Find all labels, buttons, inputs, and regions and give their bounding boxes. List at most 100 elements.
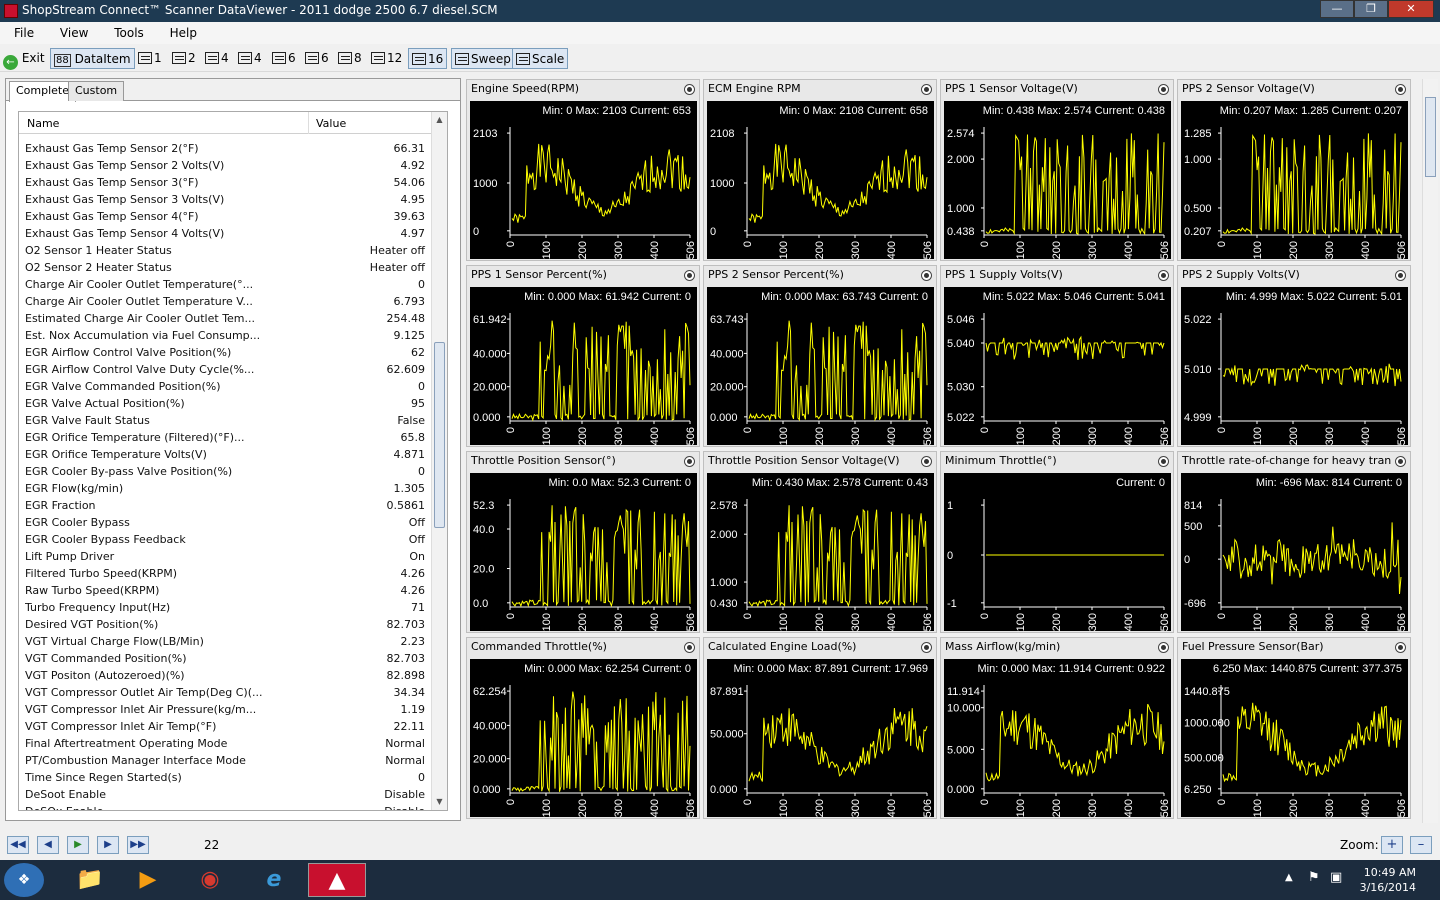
first-frame-button[interactable]: ◀◀ [7,836,29,854]
graph-panel[interactable]: PPS 2 Supply Volts(V) Min: 4.999 Max: 5.0… [1177,265,1411,447]
graph-options-icon[interactable] [921,642,932,653]
graph-scroll-thumb[interactable] [1425,97,1436,177]
list-item[interactable]: EGR Cooler Bypass Feedback Off [19,531,433,548]
start-button-icon[interactable]: ❖ [4,863,44,897]
list-item[interactable]: Est. Nox Accumulation via Fuel Consump..… [19,327,433,344]
list-item[interactable]: Exhaust Gas Temp Sensor 4 Volts(V) 4.97 [19,225,433,242]
tray-arrow-icon[interactable]: ▲ [1285,872,1293,883]
minimize-button[interactable]: — [1320,0,1354,18]
list-item[interactable]: O2 Sensor 1 Heater Status Heater off [19,242,433,259]
menu-file[interactable]: File [0,22,42,40]
action-center-flag-icon[interactable]: ⚑ [1308,870,1320,885]
layout-8-button[interactable]: 8 [338,48,362,69]
graph-panel[interactable]: PPS 2 Sensor Voltage(V) Min: 0.207 Max: 1… [1177,79,1411,261]
scanner-app-taskbar-icon[interactable]: ▲ [308,863,366,897]
graph-panel[interactable]: PPS 1 Sensor Voltage(V) Min: 0.438 Max: 2… [940,79,1174,261]
graph-options-icon[interactable] [1158,456,1169,467]
list-item[interactable]: PT/Combustion Manager Interface Mode Norm… [19,752,433,769]
menu-tools[interactable]: Tools [100,22,152,40]
close-window-button[interactable]: ✕ [1388,0,1434,18]
graph-options-icon[interactable] [1395,642,1406,653]
layout-16-button[interactable]: 16 [408,48,448,69]
graph-scrollbar[interactable] [1422,79,1438,823]
list-item[interactable]: Final Aftertreatment Operating Mode Norma… [19,735,433,752]
graph-panel[interactable]: Throttle Position Sensor(°) Min: 0.0 Max:… [466,451,700,633]
list-item[interactable]: Time Since Regen Started(s) 0 [19,769,433,786]
graph-panel[interactable]: Mass Airflow(kg/min) Min: 0.000 Max: 11.9… [940,637,1174,819]
zoom-in-button[interactable]: + [1381,836,1403,854]
layout-6-button[interactable]: 6 [272,48,296,69]
graph-options-icon[interactable] [684,456,695,467]
list-item[interactable]: EGR Fraction 0.5861 [19,497,433,514]
list-item[interactable]: Charge Air Cooler Outlet Temperature V..… [19,293,433,310]
list-item[interactable]: EGR Orifice Temperature Volts(V) 4.871 [19,446,433,463]
list-item[interactable]: Filtered Turbo Speed(KRPM) 4.26 [19,565,433,582]
list-item[interactable]: EGR Valve Actual Position(%) 95 [19,395,433,412]
media-player-icon[interactable]: ▶ [126,863,170,897]
layout-6b-button[interactable]: 6 [305,48,329,69]
list-item[interactable]: EGR Flow(kg/min) 1.305 [19,480,433,497]
list-item[interactable]: EGR Cooler By-pass Valve Position(%) 0 [19,463,433,480]
scroll-up-icon[interactable]: ▲ [433,113,446,127]
list-scrollbar[interactable]: ▲ ▼ [431,112,447,810]
graph-panel[interactable]: PPS 1 Supply Volts(V) Min: 5.022 Max: 5.0… [940,265,1174,447]
graph-panel[interactable]: Throttle rate-of-change for heavy tran..… [1177,451,1411,633]
layout-1-button[interactable]: 1 [138,48,162,69]
layout-2-button[interactable]: 2 [172,48,196,69]
graph-options-icon[interactable] [684,270,695,281]
list-item[interactable]: Exhaust Gas Temp Sensor 3 Volts(V) 4.95 [19,191,433,208]
play-button[interactable]: ▶ [67,836,89,854]
zoom-out-button[interactable]: – [1410,836,1432,854]
graph-options-icon[interactable] [921,456,932,467]
list-item[interactable]: VGT Compressor Inlet Air Pressure(kg/m..… [19,701,433,718]
exit-button[interactable]: ← Exit [3,48,45,70]
list-item[interactable]: Turbo Frequency Input(Hz) 71 [19,599,433,616]
graph-options-icon[interactable] [1158,642,1169,653]
menu-view[interactable]: View [46,22,96,40]
list-item[interactable]: Estimated Charge Air Cooler Outlet Tem..… [19,310,433,327]
list-item[interactable]: EGR Valve Fault Status False [19,412,433,429]
chrome-icon[interactable]: ◉ [188,863,232,897]
list-item[interactable]: VGT Compressor Outlet Air Temp(Deg C)(..… [19,684,433,701]
graph-panel[interactable]: PPS 2 Sensor Percent(%) Min: 0.000 Max: 6… [703,265,937,447]
graph-options-icon[interactable] [1395,456,1406,467]
list-item[interactable]: DeSoot Enable Disable [19,786,433,803]
menu-help[interactable]: Help [156,22,205,40]
network-icon[interactable]: ▣ [1330,870,1342,885]
layout-12-button[interactable]: 12 [371,48,402,69]
list-item[interactable]: Exhaust Gas Temp Sensor 4(°F) 39.63 [19,208,433,225]
tab-custom[interactable]: Custom [68,81,125,101]
graph-panel[interactable]: Minimum Throttle(°) Current: 0 1 0 -1 0 100 200… [940,451,1174,633]
list-item[interactable]: DeSOx Enable Disable [19,803,433,810]
graph-options-icon[interactable] [1158,84,1169,95]
graph-panel[interactable]: Calculated Engine Load(%) Min: 0.000 Max:… [703,637,937,819]
list-item[interactable]: VGT Positon (Autozeroed)(%) 82.898 [19,667,433,684]
graph-options-icon[interactable] [684,642,695,653]
list-item[interactable]: Raw Turbo Speed(KRPM) 4.26 [19,582,433,599]
graph-panel[interactable]: Fuel Pressure Sensor(Bar) 6.250 Max: 1440… [1177,637,1411,819]
dataitem-button[interactable]: 88 DataItem [50,48,135,69]
tab-complete[interactable]: Complete [9,81,77,102]
scroll-down-icon[interactable]: ▼ [433,795,446,809]
list-item[interactable]: VGT Virtual Charge Flow(LB/Min) 2.23 [19,633,433,650]
system-clock[interactable]: 10:49 AM 3/16/2014 [1360,865,1416,895]
graph-options-icon[interactable] [684,84,695,95]
scroll-thumb[interactable] [434,342,445,528]
layout-4b-button[interactable]: 4 [238,48,262,69]
list-item[interactable]: Exhaust Gas Temp Sensor 2(°F) 66.31 [19,140,433,157]
internet-explorer-icon[interactable]: e [252,863,296,897]
maximize-button[interactable]: ❐ [1354,0,1388,18]
last-frame-button[interactable]: ▶▶ [127,836,149,854]
list-item[interactable]: VGT Compressor Inlet Air Temp(°F) 22.11 [19,718,433,735]
list-item[interactable]: Charge Air Cooler Outlet Temperature(°..… [19,276,433,293]
scale-button[interactable]: Scale [512,48,569,69]
graph-options-icon[interactable] [1395,84,1406,95]
file-explorer-icon[interactable]: 📁 [68,863,112,897]
graph-options-icon[interactable] [921,84,932,95]
list-item[interactable]: EGR Airflow Control Valve Position(%) 62 [19,344,433,361]
list-item[interactable]: O2 Sensor 2 Heater Status Heater off [19,259,433,276]
previous-frame-button[interactable]: ◀ [37,836,59,854]
graph-panel[interactable]: ECM Engine RPM Min: 0 Max: 2108 Current: … [703,79,937,261]
list-item[interactable]: EGR Cooler Bypass Off [19,514,433,531]
column-header-name[interactable]: Name [27,117,59,130]
